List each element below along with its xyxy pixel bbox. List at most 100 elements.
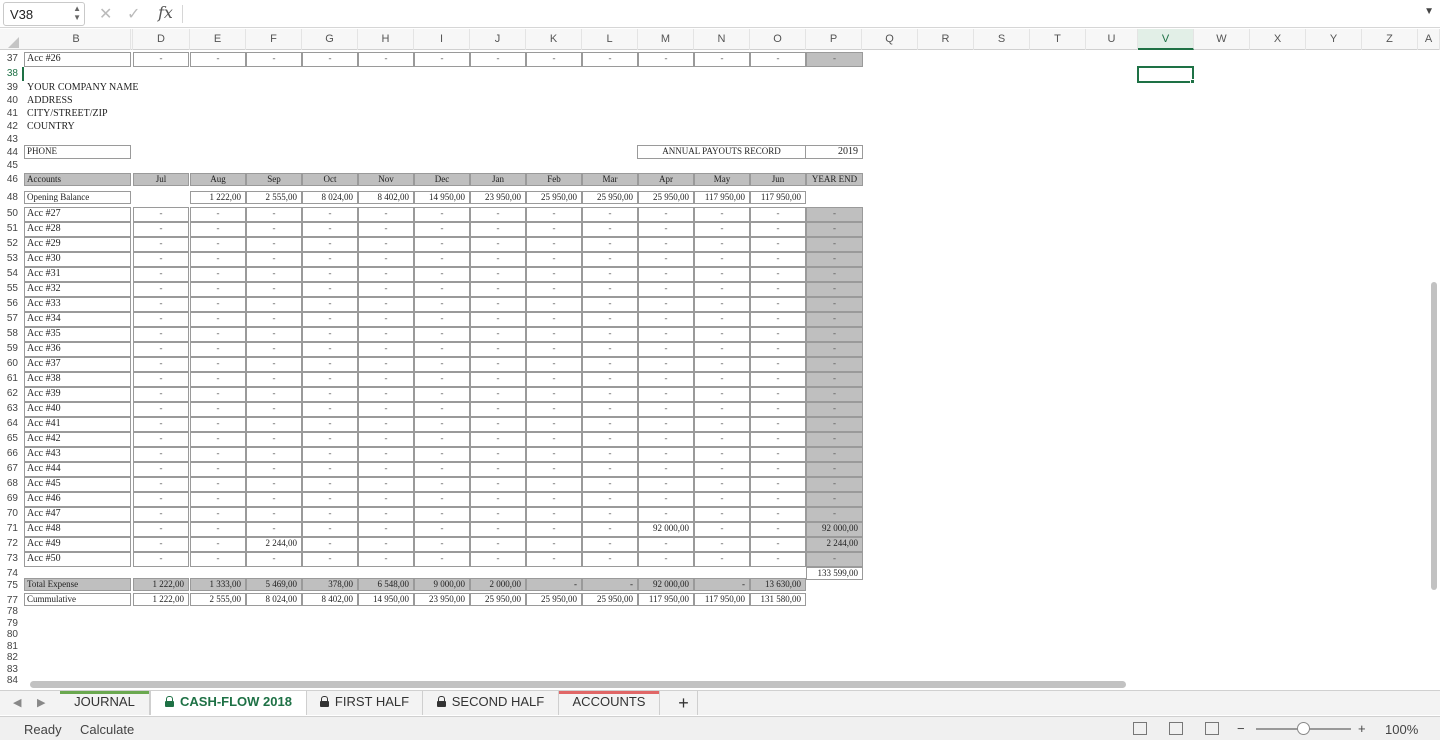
account-label: Acc #50 — [24, 552, 131, 567]
account-value: - — [526, 507, 582, 522]
column-header-e[interactable]: E — [190, 29, 246, 50]
account-value: - — [750, 477, 806, 492]
selected-cell[interactable] — [1137, 66, 1195, 84]
column-header-u[interactable]: U — [1086, 29, 1138, 50]
account-value: - — [638, 222, 694, 237]
column-header-b[interactable]: B — [22, 29, 131, 50]
column-header-m[interactable]: M — [638, 29, 694, 50]
account-value: - — [470, 222, 526, 237]
column-header-o[interactable]: O — [750, 29, 806, 50]
account-value: - — [246, 402, 302, 417]
column-header-g[interactable]: G — [302, 29, 358, 50]
account-label: Acc #40 — [24, 402, 131, 417]
column-header-q[interactable]: Q — [862, 29, 918, 50]
column-header-d[interactable]: D — [133, 29, 190, 50]
column-header-k[interactable]: K — [526, 29, 582, 50]
column-header-t[interactable]: T — [1030, 29, 1086, 50]
account-value: - — [638, 52, 694, 67]
next-sheet-icon[interactable]: ▶ — [37, 696, 45, 709]
account-value: - — [190, 312, 246, 327]
chevron-down-icon[interactable]: ▼ — [1424, 6, 1434, 17]
account-value: - — [133, 312, 189, 327]
account-value: - — [470, 372, 526, 387]
page-layout-icon[interactable] — [1169, 722, 1183, 735]
column-header-s[interactable]: S — [974, 29, 1030, 50]
account-value: - — [750, 267, 806, 282]
tab-journal[interactable]: JOURNAL — [60, 691, 150, 715]
select-all-corner[interactable] — [0, 29, 22, 50]
column-header-x[interactable]: X — [1250, 29, 1306, 50]
column-header-i[interactable]: I — [414, 29, 470, 50]
account-value: - — [526, 252, 582, 267]
column-header-z[interactable]: Z — [1362, 29, 1418, 50]
column-header-h[interactable]: H — [358, 29, 414, 50]
tab-cash-flow-2018[interactable]: CASH-FLOW 2018 — [150, 691, 307, 715]
account-value: - — [582, 432, 638, 447]
company-city: CITY/STREET/ZIP — [27, 108, 108, 119]
column-header-a[interactable]: A — [1418, 29, 1440, 50]
account-label: Acc #26 — [24, 52, 131, 67]
zoom-out-icon[interactable]: − — [1237, 721, 1245, 736]
account-value: - — [190, 372, 246, 387]
account-label: Acc #48 — [24, 522, 131, 537]
cumulative-value: 1 222,00 — [133, 593, 189, 606]
cancel-icon[interactable]: ✕ — [99, 4, 112, 24]
page-break-icon[interactable] — [1205, 722, 1219, 735]
column-header-j[interactable]: J — [470, 29, 526, 50]
name-box[interactable]: V38 ▲ ▼ — [3, 2, 85, 26]
account-value: - — [526, 52, 582, 67]
vertical-scrollbar[interactable] — [1431, 282, 1437, 590]
account-value: - — [750, 372, 806, 387]
account-value: - — [470, 477, 526, 492]
cumulative-label: Cummulative — [24, 593, 131, 606]
status-calculate[interactable]: Calculate — [80, 722, 134, 737]
account-value: 2 244,00 — [246, 537, 302, 552]
account-value: - — [190, 462, 246, 477]
row-number: 59 — [6, 343, 18, 354]
prev-sheet-icon[interactable]: ◀ — [13, 696, 21, 709]
account-value: - — [302, 387, 358, 402]
total-expense-value: 6 548,00 — [358, 578, 414, 591]
account-value: - — [526, 237, 582, 252]
add-sheet-button[interactable]: + — [670, 691, 698, 715]
account-value: - — [582, 357, 638, 372]
fill-handle[interactable] — [1190, 79, 1195, 84]
account-value: - — [302, 552, 358, 567]
formula-input[interactable] — [190, 3, 1410, 25]
tab-accounts[interactable]: ACCOUNTS — [559, 691, 660, 715]
column-header-v[interactable]: V — [1138, 29, 1194, 50]
record-title: ANNUAL PAYOUTS RECORD — [637, 145, 806, 159]
account-value: - — [190, 402, 246, 417]
account-value: - — [133, 327, 189, 342]
tab-first-half[interactable]: FIRST HALF — [307, 691, 423, 715]
account-value: - — [246, 327, 302, 342]
zoom-in-icon[interactable]: + — [1358, 721, 1366, 736]
month-header-jun: Jun — [750, 173, 806, 186]
name-box-stepper-icon[interactable]: ▲ ▼ — [73, 4, 81, 22]
account-value: - — [526, 492, 582, 507]
tab-second-half[interactable]: SECOND HALF — [423, 691, 559, 715]
column-header-p[interactable]: P — [806, 29, 862, 50]
function-icon[interactable]: fx — [158, 3, 173, 22]
account-value: - — [190, 507, 246, 522]
account-value: - — [526, 207, 582, 222]
company-name: YOUR COMPANY NAME — [27, 82, 139, 93]
year-end-value: - — [806, 492, 863, 507]
column-header-n[interactable]: N — [694, 29, 750, 50]
account-value: - — [414, 297, 470, 312]
account-value: - — [470, 447, 526, 462]
account-value: - — [358, 372, 414, 387]
normal-view-icon[interactable] — [1133, 722, 1147, 735]
row-number: 53 — [6, 253, 18, 264]
account-value: - — [414, 327, 470, 342]
opening-balance-value: 117 950,00 — [694, 191, 750, 204]
column-header-w[interactable]: W — [1194, 29, 1250, 50]
column-header-l[interactable]: L — [582, 29, 638, 50]
column-header-r[interactable]: R — [918, 29, 974, 50]
account-value: - — [302, 507, 358, 522]
column-header-y[interactable]: Y — [1306, 29, 1362, 50]
horizontal-scrollbar[interactable] — [30, 681, 1126, 688]
confirm-icon[interactable]: ✓ — [127, 4, 140, 24]
zoom-slider-knob[interactable] — [1297, 722, 1310, 735]
column-header-f[interactable]: F — [246, 29, 302, 50]
